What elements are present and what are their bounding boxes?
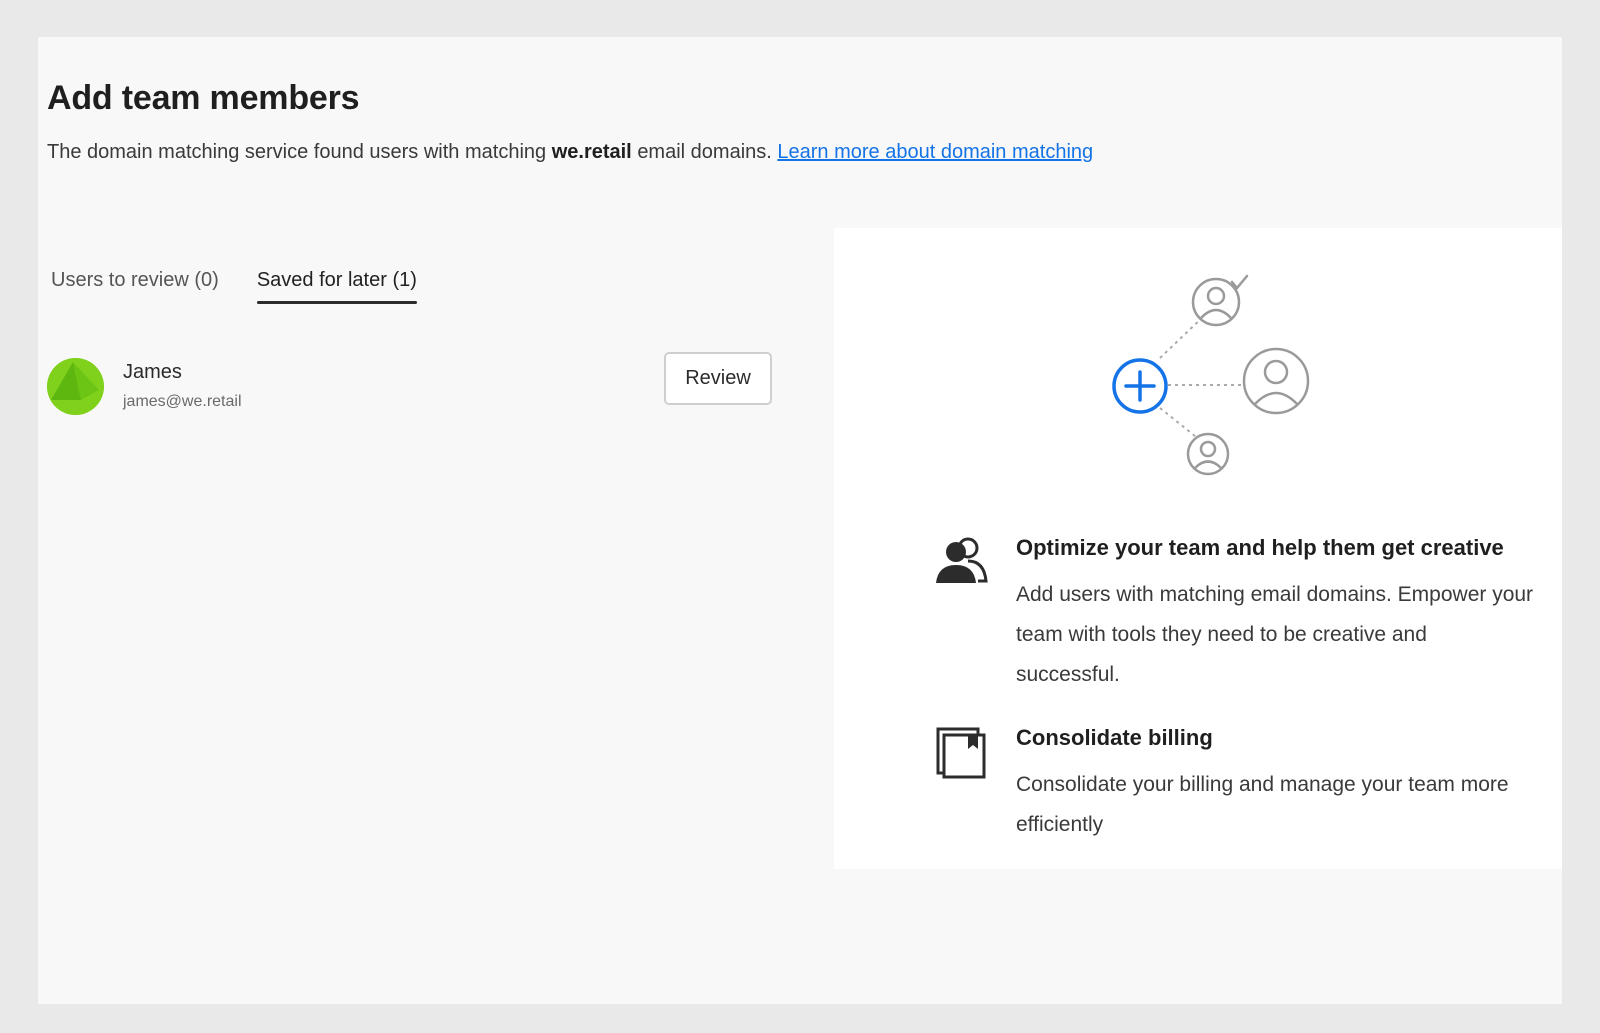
feature-title: Consolidate billing	[1016, 725, 1213, 750]
feature-description: Add users with matching email domains. E…	[1016, 583, 1534, 686]
user-list-item: James james@we.retail Review	[47, 352, 772, 417]
tab-users-to-review[interactable]: Users to review (0)	[51, 269, 219, 304]
user-check-icon	[1191, 274, 1249, 327]
subtitle-domain: we.retail	[551, 141, 632, 163]
domain-matching-illustration	[1104, 268, 1324, 483]
info-panel: Optimize your team and help them get cre…	[834, 228, 1562, 869]
feature-title: Optimize your team and help them get cre…	[1016, 535, 1504, 560]
user-icon	[1242, 347, 1310, 415]
tab-bar: Users to review (0) Saved for later (1)	[51, 269, 417, 304]
feature-description: Consolidate your billing and manage your…	[1016, 773, 1509, 836]
subtitle-suffix: email domains.	[637, 141, 772, 163]
main-frame: Add team members The domain matching ser…	[38, 37, 1562, 1004]
add-user-icon	[1112, 358, 1168, 414]
learn-more-link[interactable]: Learn more about domain matching	[777, 141, 1093, 163]
subtitle-prefix: The domain matching service found users …	[47, 141, 547, 163]
user-small-icon	[1186, 432, 1230, 476]
billing-icon	[934, 725, 988, 784]
review-button[interactable]: Review	[664, 352, 772, 405]
tab-saved-for-later[interactable]: Saved for later (1)	[256, 269, 417, 304]
page-subtitle: The domain matching service found users …	[47, 141, 1093, 164]
user-email: james@we.retail	[123, 393, 242, 410]
users-icon	[934, 535, 990, 592]
avatar	[47, 358, 104, 415]
user-name: James	[123, 361, 182, 383]
page-title: Add team members	[47, 79, 360, 117]
avatar-shape-icon	[47, 358, 104, 415]
